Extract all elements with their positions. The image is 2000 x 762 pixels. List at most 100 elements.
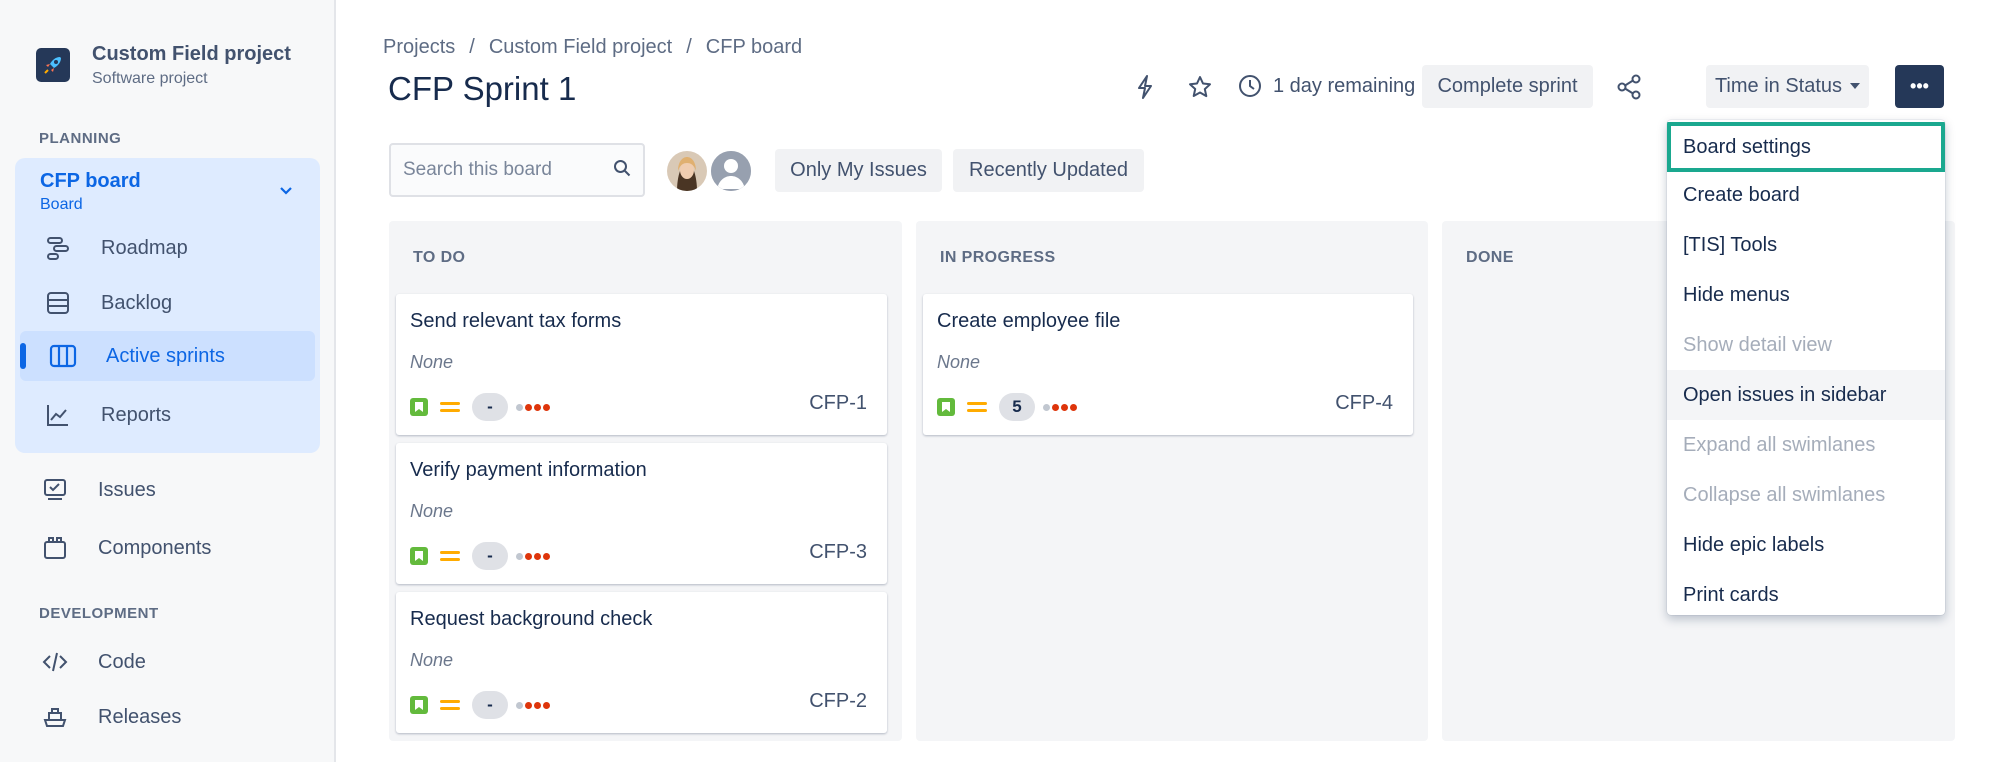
issue-key[interactable]: CFP-4: [1335, 392, 1393, 415]
column-todo: TO DO Send relevant tax forms None - CFP…: [389, 221, 902, 741]
time-in-status-label: Time in Status: [1714, 75, 1843, 97]
only-my-issues-filter[interactable]: Only My Issues: [775, 149, 942, 192]
planning-label: PLANNING: [39, 130, 122, 147]
status-dots-icon: [516, 552, 552, 560]
menu-item-hide-epic-labels[interactable]: Hide epic labels: [1667, 520, 1945, 570]
card-title: Send relevant tax forms: [410, 310, 622, 332]
menu-item-open-issues-in-sidebar[interactable]: Open issues in sidebar: [1667, 370, 1945, 420]
card-epic: None: [410, 501, 454, 521]
time-in-status-button[interactable]: Time in Status: [1706, 65, 1869, 108]
sidebar-item-releases[interactable]: Releases: [0, 692, 336, 742]
code-icon: [40, 647, 70, 677]
board-selector[interactable]: CFP board Board: [40, 168, 141, 216]
priority-medium-icon: [440, 398, 460, 416]
priority-medium-icon: [440, 547, 460, 565]
remaining-text: 1 day remaining: [1273, 74, 1416, 97]
active-indicator: [20, 343, 26, 369]
breadcrumb-projects[interactable]: Projects: [383, 36, 455, 59]
avatar[interactable]: [664, 148, 710, 194]
issue-key[interactable]: CFP-3: [809, 541, 867, 564]
search-icon: [613, 159, 631, 182]
menu-item-create-board[interactable]: Create board: [1667, 170, 1945, 220]
estimate-badge: 5: [999, 393, 1035, 421]
sidebar-item-issues[interactable]: Issues: [0, 465, 336, 515]
estimate-badge: -: [472, 691, 508, 719]
complete-sprint-button[interactable]: Complete sprint: [1422, 65, 1593, 108]
priority-medium-icon: [967, 398, 987, 416]
menu-item-tis-tools[interactable]: [TIS] Tools: [1667, 220, 1945, 270]
sidebar-item-label: Releases: [98, 705, 182, 728]
estimate-badge: -: [472, 542, 508, 570]
sidebar-item-active-sprints[interactable]: Active sprints: [20, 331, 315, 381]
planning-group: CFP board Board Roadmap Backlog Active s…: [15, 158, 320, 453]
status-dots-icon: [516, 403, 552, 411]
sidebar-item-label: Reports: [101, 403, 172, 426]
estimate-badge: -: [472, 393, 508, 421]
issue-key[interactable]: CFP-2: [809, 690, 867, 713]
clock-icon: [1237, 73, 1263, 99]
breadcrumb-separator: /: [686, 36, 692, 58]
column-title: TO DO: [413, 249, 466, 266]
active-sprints-icon: [48, 341, 78, 371]
sidebar-item-label: Code: [98, 650, 146, 673]
sidebar-item-label: Issues: [98, 478, 156, 501]
priority-medium-icon: [440, 696, 460, 714]
issue-card[interactable]: Create employee file None 5 CFP-4: [923, 294, 1413, 435]
card-title: Request background check: [410, 608, 653, 630]
project-type: Software project: [92, 70, 208, 87]
menu-item-board-settings[interactable]: Board settings: [1667, 122, 1945, 172]
rocket-icon: [36, 48, 70, 82]
card-epic: None: [410, 352, 454, 372]
menu-item-print-cards[interactable]: Print cards: [1667, 570, 1945, 615]
sidebar-item-label: Components: [98, 536, 212, 559]
breadcrumb-project[interactable]: Custom Field project: [489, 36, 672, 59]
breadcrumb: Projects / Custom Field project / CFP bo…: [383, 36, 816, 59]
reports-icon: [43, 400, 73, 430]
releases-icon: [40, 702, 70, 732]
issue-key[interactable]: CFP-1: [809, 392, 867, 415]
sidebar: Custom Field project Software project PL…: [0, 0, 336, 762]
column-title: DONE: [1466, 249, 1514, 266]
board-title: CFP board: [40, 170, 141, 192]
story-icon: [410, 696, 428, 714]
menu-item-collapse-all-swimlanes: Collapse all swimlanes: [1683, 483, 1886, 506]
caret-down-icon: [1850, 72, 1861, 95]
sidebar-item-reports[interactable]: Reports: [15, 390, 320, 440]
chevron-down-icon[interactable]: [278, 182, 294, 198]
share-icon[interactable]: [1614, 72, 1644, 102]
breadcrumb-separator: /: [469, 36, 475, 58]
more-actions-menu: Board settings Create board [TIS] Tools …: [1667, 120, 1945, 615]
recently-updated-filter[interactable]: Recently Updated: [953, 149, 1144, 192]
card-title: Create employee file: [937, 310, 1121, 332]
star-icon[interactable]: [1185, 72, 1215, 102]
card-epic: None: [410, 650, 454, 670]
menu-item-expand-all-swimlanes: Expand all swimlanes: [1683, 433, 1876, 456]
project-header[interactable]: Custom Field project Software project: [36, 40, 291, 90]
search-input[interactable]: [403, 159, 603, 181]
sidebar-item-backlog[interactable]: Backlog: [15, 278, 320, 328]
sidebar-item-roadmap[interactable]: Roadmap: [15, 223, 320, 273]
avatar-placeholder[interactable]: [708, 148, 754, 194]
menu-item-hide-menus[interactable]: Hide menus: [1667, 270, 1945, 320]
board-search[interactable]: [389, 143, 645, 197]
sprint-remaining: 1 day remaining: [1237, 73, 1415, 99]
components-icon: [40, 533, 70, 563]
sidebar-item-label: Roadmap: [101, 236, 188, 259]
sidebar-item-code[interactable]: Code: [0, 637, 336, 687]
more-actions-button[interactable]: •••: [1895, 65, 1944, 108]
card-title: Verify payment information: [410, 459, 647, 481]
issue-card[interactable]: Request background check None - CFP-2: [396, 592, 887, 733]
issues-icon: [40, 475, 70, 505]
story-icon: [410, 547, 428, 565]
issue-card[interactable]: Verify payment information None - CFP-3: [396, 443, 887, 584]
page-title: CFP Sprint 1: [388, 70, 577, 107]
board-subtitle: Board: [40, 196, 83, 213]
card-epic: None: [937, 352, 981, 372]
column-title: IN PROGRESS: [940, 249, 1056, 266]
issue-card[interactable]: Send relevant tax forms None - CFP-1: [396, 294, 887, 435]
story-icon: [937, 398, 955, 416]
sidebar-item-components[interactable]: Components: [0, 523, 336, 573]
column-in-progress: IN PROGRESS Create employee file None 5 …: [916, 221, 1428, 741]
lightning-icon[interactable]: [1130, 72, 1160, 102]
breadcrumb-board[interactable]: CFP board: [706, 36, 802, 59]
